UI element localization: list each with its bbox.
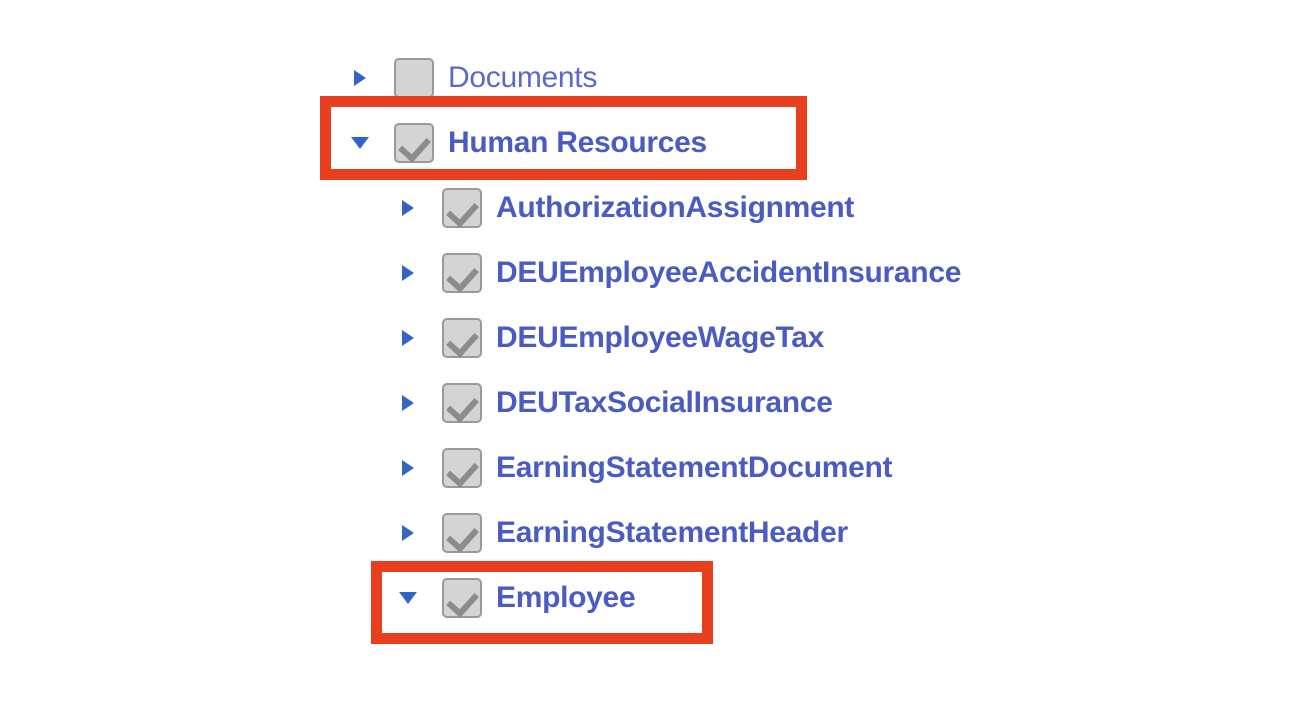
tree-node-documents[interactable]: Documents [348, 55, 597, 101]
expanded-triangle-icon[interactable] [348, 120, 372, 166]
checkbox-checked-icon[interactable] [442, 188, 482, 228]
checkbox-checked-icon[interactable] [442, 513, 482, 553]
tree-node-label[interactable]: Human Resources [448, 126, 707, 160]
tree-node-label[interactable]: AuthorizationAssignment [496, 191, 854, 225]
collapsed-triangle-icon[interactable] [396, 510, 420, 556]
expanded-triangle-icon[interactable] [396, 575, 420, 621]
collapsed-triangle-icon[interactable] [396, 250, 420, 296]
tree-node-deuemployeewagetax[interactable]: DEUEmployeeWageTax [396, 315, 824, 361]
checkbox-checked-icon[interactable] [442, 448, 482, 488]
checkbox-checked-icon[interactable] [442, 578, 482, 618]
checkbox-checked-icon[interactable] [394, 123, 434, 163]
tree-node-earningstatementdocument[interactable]: EarningStatementDocument [396, 445, 893, 491]
tree-node-label[interactable]: Documents [448, 61, 597, 95]
tree-node-label[interactable]: Employee [496, 581, 636, 615]
collapsed-triangle-icon[interactable] [396, 185, 420, 231]
tree-node-label[interactable]: DEUEmployeeAccidentInsurance [496, 256, 961, 290]
tree-node-earningstatementheader[interactable]: EarningStatementHeader [396, 510, 848, 556]
collapsed-triangle-icon[interactable] [396, 380, 420, 426]
tree-node-label[interactable]: DEUTaxSocialInsurance [496, 386, 833, 420]
collapsed-triangle-icon[interactable] [348, 55, 372, 101]
tree-view-screenshot: Documents Human Resources AuthorizationAss… [0, 0, 1314, 716]
tree-node-deuemployeeaccidentinsurance[interactable]: DEUEmployeeAccidentInsurance [396, 250, 961, 296]
tree-node-label[interactable]: DEUEmployeeWageTax [496, 321, 824, 355]
checkbox-checked-icon[interactable] [442, 383, 482, 423]
checkbox-unchecked-icon[interactable] [394, 58, 434, 98]
entity-tree[interactable]: Documents Human Resources AuthorizationAss… [0, 0, 1314, 716]
collapsed-triangle-icon[interactable] [396, 315, 420, 361]
tree-node-authorizationassignment[interactable]: AuthorizationAssignment [396, 185, 854, 231]
checkbox-checked-icon[interactable] [442, 253, 482, 293]
tree-node-human-resources[interactable]: Human Resources [348, 120, 707, 166]
collapsed-triangle-icon[interactable] [396, 445, 420, 491]
tree-node-employee[interactable]: Employee [396, 575, 636, 621]
tree-node-label[interactable]: EarningStatementDocument [496, 451, 893, 485]
tree-node-label[interactable]: EarningStatementHeader [496, 516, 848, 550]
tree-node-deutaxsocialinsurance[interactable]: DEUTaxSocialInsurance [396, 380, 833, 426]
checkbox-checked-icon[interactable] [442, 318, 482, 358]
